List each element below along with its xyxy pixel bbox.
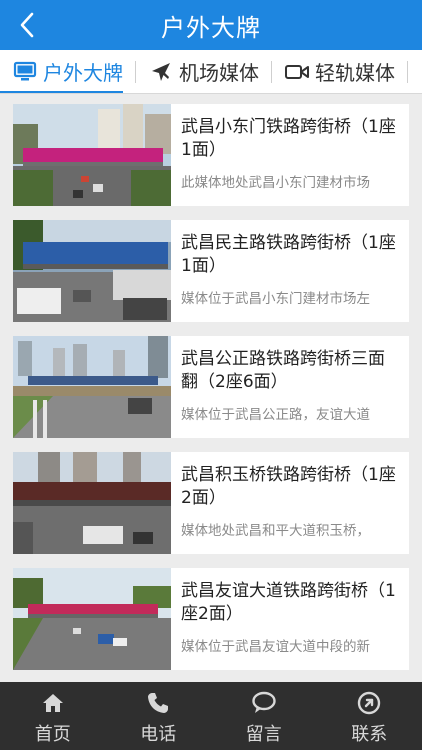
item-title: 武昌小东门铁路跨街桥（1座1面） bbox=[181, 117, 396, 160]
tabbar-label: 首页 bbox=[34, 724, 71, 745]
tab-outdoor-billboard[interactable]: 户外大牌 bbox=[0, 50, 123, 93]
category-tabs: 户外大牌 机场媒体 轻轨媒体 bbox=[0, 50, 422, 94]
item-description: 此媒体地处武昌小东门建材市场 bbox=[181, 175, 370, 191]
tabbar-message[interactable]: 留言 bbox=[211, 682, 317, 750]
tab-airport-media[interactable]: 机场媒体 bbox=[136, 50, 259, 93]
list-item[interactable]: 武昌小东门铁路跨街桥（1座1面） 此媒体地处武昌小东门建材市场 bbox=[13, 104, 409, 206]
tabbar-label: 联系 bbox=[351, 724, 388, 745]
tabbar-home[interactable]: 首页 bbox=[0, 682, 106, 750]
tab-label: 户外大牌 bbox=[43, 61, 123, 85]
tabbar-label: 电话 bbox=[140, 724, 177, 745]
back-button[interactable] bbox=[12, 9, 42, 41]
top-nav-bar: 户外大牌 bbox=[0, 0, 422, 50]
message-icon bbox=[251, 690, 277, 716]
item-title: 武昌民主路铁路跨街桥（1座1面） bbox=[181, 233, 396, 276]
phone-icon bbox=[145, 690, 171, 716]
media-list: 武昌小东门铁路跨街桥（1座1面） 此媒体地处武昌小东门建材市场 武昌民主路铁路跨… bbox=[13, 104, 409, 684]
tabbar-label: 留言 bbox=[245, 724, 282, 745]
video-camera-icon bbox=[284, 59, 310, 85]
media-thumbnail bbox=[13, 452, 171, 554]
media-thumbnail bbox=[13, 336, 171, 438]
tab-label: 轻轨媒体 bbox=[315, 61, 395, 85]
airplane-icon bbox=[148, 59, 174, 85]
media-thumbnail bbox=[13, 104, 171, 206]
item-description: 媒体位于武昌小东门建材市场左 bbox=[181, 291, 370, 307]
item-title: 武昌公正路铁路跨街桥三面翻（2座6面） bbox=[181, 349, 385, 392]
contact-icon bbox=[356, 690, 382, 716]
home-icon bbox=[40, 690, 66, 716]
item-title: 武昌积玉桥铁路跨街桥（1座2面） bbox=[181, 465, 396, 508]
list-item[interactable]: 武昌公正路铁路跨街桥三面翻（2座6面） 媒体位于武昌公正路，友谊大道 bbox=[13, 336, 409, 438]
chevron-left-icon bbox=[20, 12, 34, 38]
item-description: 媒体位于武昌公正路，友谊大道 bbox=[181, 407, 370, 423]
tab-light-rail-media[interactable]: 轻轨媒体 bbox=[272, 50, 395, 93]
list-item[interactable]: 武昌民主路铁路跨街桥（1座1面） 媒体位于武昌小东门建材市场左 bbox=[13, 220, 409, 322]
tabbar-contact[interactable]: 联系 bbox=[317, 682, 422, 750]
tab-divider bbox=[407, 60, 408, 83]
billboard-icon bbox=[12, 59, 38, 85]
media-thumbnail bbox=[13, 220, 171, 322]
list-item[interactable]: 武昌积玉桥铁路跨街桥（1座2面） 媒体地处武昌和平大道积玉桥， bbox=[13, 452, 409, 554]
item-description: 媒体地处武昌和平大道积玉桥， bbox=[181, 523, 370, 539]
item-title: 武昌友谊大道铁路跨街桥（1座2面） bbox=[181, 581, 396, 624]
media-thumbnail bbox=[13, 568, 171, 670]
tab-label: 机场媒体 bbox=[179, 61, 259, 85]
item-description: 媒体位于武昌友谊大道中段的新 bbox=[181, 639, 370, 655]
list-item[interactable]: 武昌友谊大道铁路跨街桥（1座2面） 媒体位于武昌友谊大道中段的新 bbox=[13, 568, 409, 670]
bottom-tab-bar: 首页 电话 留言 联系 bbox=[0, 682, 422, 750]
page-title: 户外大牌 bbox=[161, 13, 261, 42]
tabbar-phone[interactable]: 电话 bbox=[106, 682, 212, 750]
